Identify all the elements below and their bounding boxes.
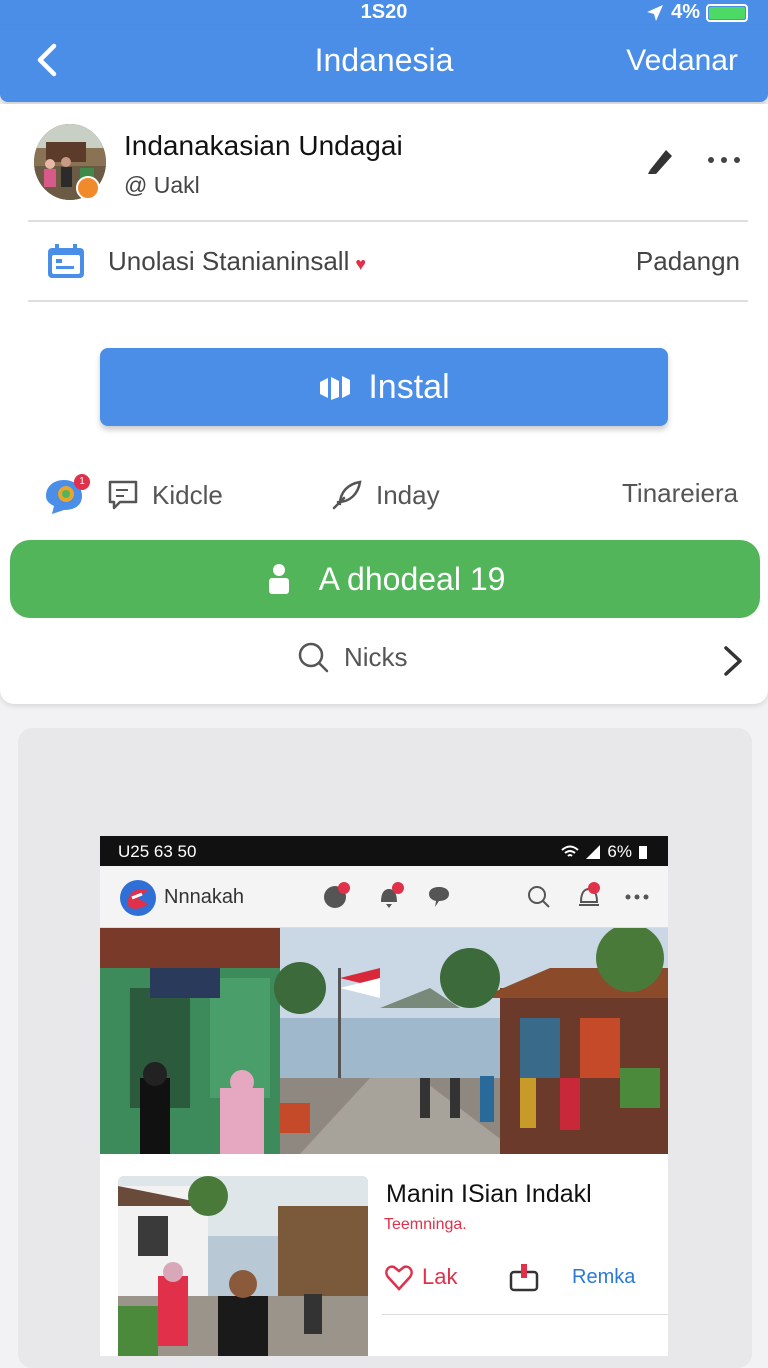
phone-status-right: 6% [561, 842, 648, 862]
listing-thumbnail[interactable] [118, 1176, 368, 1356]
listing-actions: Lak Remka [382, 1260, 662, 1300]
info-label: Unolasi Stanianinsall ♥ [108, 246, 366, 277]
like-label: Lak [422, 1264, 458, 1289]
search-icon[interactable] [526, 884, 552, 910]
calendar-icon [48, 244, 84, 278]
remka-link[interactable]: Remka [572, 1266, 635, 1289]
app-screenshot[interactable]: U25 63 50 6% Nnnakah Manin ISian Indakl … [100, 836, 668, 1356]
notification-dot [588, 882, 600, 894]
wifi-icon [561, 845, 580, 857]
notification-badge: 1 [74, 474, 90, 490]
phone-status-bar: U25 63 50 6% [100, 836, 668, 866]
profile-handle: @ Uakl [124, 172, 200, 198]
avatar-badge [76, 176, 100, 200]
heart-outline-icon [385, 1265, 413, 1291]
navigation-bar: Indanesia Vedanar [0, 26, 768, 102]
chat-icon[interactable] [426, 884, 452, 910]
search-row[interactable]: Nicks [0, 636, 768, 686]
phone-app-header: Nnnakah [100, 866, 668, 928]
heart-icon: ♥ [355, 254, 367, 274]
signal-icon [586, 845, 601, 859]
install-button[interactable]: Instal [100, 348, 668, 426]
divider [28, 300, 748, 302]
listing-subtitle: Teemninga. [384, 1216, 467, 1233]
search-icon [298, 642, 329, 673]
like-button[interactable]: Lak [384, 1262, 457, 1292]
phone-app-name: Nnnakah [164, 886, 245, 908]
phone-battery-percent: 6% [607, 842, 632, 861]
download-icon[interactable] [508, 1262, 540, 1294]
hero-image [100, 928, 668, 1154]
pen-icon[interactable] [644, 144, 678, 178]
search-field[interactable]: Nicks [296, 640, 408, 674]
status-right: 4% [645, 1, 748, 24]
info-location: Padangn [635, 246, 740, 276]
status-bar: 1S20 4% [0, 0, 768, 26]
action-label: Kidcle [152, 479, 223, 510]
action-inday[interactable]: Inday [330, 478, 440, 512]
green-button-label: A dhodeal 19 [318, 560, 506, 597]
divider [382, 1314, 668, 1315]
notification-dot [338, 882, 350, 894]
info-label-text: Unolasi Stanianinsall [108, 246, 350, 276]
action-label: Inday [376, 479, 440, 510]
search-label: Nicks [344, 641, 408, 672]
install-label: Instal [368, 367, 450, 406]
nav-action-button[interactable]: Vedanar [626, 44, 738, 78]
message-square-icon [108, 480, 138, 510]
action-label: Tinareiera [622, 478, 739, 508]
battery-icon [639, 846, 647, 859]
more-horizontal-icon[interactable] [706, 152, 742, 168]
pencil-feather-icon [332, 480, 362, 510]
divider [28, 220, 748, 222]
phone-status-time: U25 63 50 [118, 842, 197, 861]
location-icon [647, 4, 664, 21]
notification-dot [392, 882, 404, 894]
more-horizontal-icon[interactable] [624, 884, 650, 910]
user-icon [268, 564, 289, 594]
actions-row: 1 Kidcle Inday Tinareiera [0, 470, 768, 520]
primary-green-button[interactable]: A dhodeal 19 [10, 540, 760, 618]
action-kidcle[interactable]: Kidcle [106, 478, 223, 512]
action-tinareiera[interactable]: Tinareiera [622, 478, 738, 509]
app-logo-icon [120, 880, 156, 916]
battery-icon [706, 3, 748, 22]
listing-title: Manin ISian Indakl [386, 1180, 592, 1208]
install-icon [320, 376, 351, 400]
battery-percent: 4% [671, 1, 700, 23]
profile-name: Indanakasian Undagai [124, 130, 403, 161]
app-detail-card: Indanakasian Undagai @ Uakl Unolasi Stan… [0, 104, 768, 704]
chevron-right-icon[interactable] [718, 644, 748, 678]
